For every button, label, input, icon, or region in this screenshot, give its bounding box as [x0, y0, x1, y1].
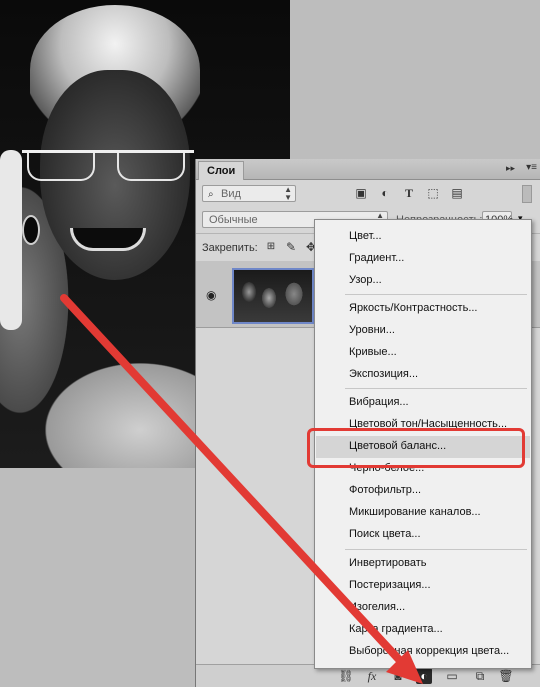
- menu-item-color-lookup[interactable]: Поиск цвета...: [349, 528, 421, 540]
- menu-item-channel-mixer[interactable]: Микширование каналов...: [349, 506, 481, 518]
- delete-layer-icon[interactable]: 🗑: [498, 668, 514, 684]
- menu-item-gradient[interactable]: Градиент...: [349, 252, 404, 264]
- layer-thumbnail[interactable]: [232, 268, 314, 324]
- filter-shape-icon[interactable]: ⬚: [426, 186, 440, 200]
- menu-item-photo-filter[interactable]: Фотофильтр...: [349, 484, 421, 496]
- menu-separator: [345, 549, 527, 550]
- menu-item-vibrance[interactable]: Вибрация...: [349, 396, 409, 408]
- photo-smile: [70, 228, 146, 251]
- collapse-icon[interactable]: ▸▸: [506, 163, 515, 174]
- lock-transparency-icon[interactable]: ⊞: [264, 240, 278, 254]
- menu-item-exposure[interactable]: Экспозиция...: [349, 368, 418, 380]
- menu-item-gradient-map[interactable]: Карта градиента...: [349, 623, 443, 635]
- annotation-highlight-box: [307, 428, 525, 468]
- tab-layers[interactable]: Слои: [198, 161, 245, 180]
- filter-row: ⌕ Вид ▲ ▼ ▣ ◐ T ⬚ ▤: [196, 181, 540, 207]
- lock-pixels-icon[interactable]: ✎: [284, 240, 298, 254]
- menu-item-invert[interactable]: Инвертировать: [349, 557, 426, 569]
- layer-style-fx-icon[interactable]: fx: [364, 668, 380, 684]
- blend-mode-value: Обычные: [209, 214, 258, 226]
- new-layer-icon[interactable]: ⧉: [472, 668, 488, 684]
- filter-smart-object-icon[interactable]: ▤: [450, 186, 464, 200]
- menu-item-threshold[interactable]: Изогелия...: [349, 601, 405, 613]
- photo-background-person: [0, 150, 22, 330]
- new-adjustment-layer-icon[interactable]: ◐: [416, 668, 432, 684]
- eye-icon[interactable]: ◉: [206, 288, 216, 302]
- link-layers-icon[interactable]: ⛓: [338, 668, 354, 684]
- photo-glasses: [22, 150, 194, 183]
- add-mask-icon[interactable]: ◙: [390, 668, 406, 684]
- filter-type-icon[interactable]: T: [402, 186, 416, 200]
- stepper-icon: ▲▼: [284, 185, 292, 202]
- menu-item-brightness-contrast[interactable]: Яркость/Контрастность...: [349, 302, 477, 314]
- panel-tabstrip: Слои ▸▸ ▾≡: [196, 159, 540, 180]
- search-icon: ⌕: [208, 189, 214, 200]
- menu-item-curves[interactable]: Кривые...: [349, 346, 397, 358]
- menu-item-pattern[interactable]: Узор...: [349, 274, 382, 286]
- menu-separator: [345, 294, 527, 295]
- menu-item-levels[interactable]: Уровни...: [349, 324, 395, 336]
- filter-pixel-icon[interactable]: ▣: [354, 186, 368, 200]
- menu-item-selective-color[interactable]: Выборочная коррекция цвета...: [349, 645, 509, 657]
- menu-separator: [345, 388, 527, 389]
- photo-earring: [22, 215, 40, 245]
- lock-label: Закрепить:: [202, 242, 258, 254]
- filter-adjustment-icon[interactable]: ◐: [378, 186, 392, 200]
- filter-kind-select[interactable]: ⌕ Вид ▲ ▼: [202, 185, 296, 202]
- menu-item-posterize[interactable]: Постеризация...: [349, 579, 431, 591]
- panel-menu-icon[interactable]: ▾≡: [526, 162, 537, 173]
- filter-kind-value: Вид: [221, 188, 241, 200]
- filter-toggle-icon[interactable]: [522, 185, 532, 203]
- new-group-icon[interactable]: ▭: [444, 668, 460, 684]
- menu-item-color[interactable]: Цвет...: [349, 230, 382, 242]
